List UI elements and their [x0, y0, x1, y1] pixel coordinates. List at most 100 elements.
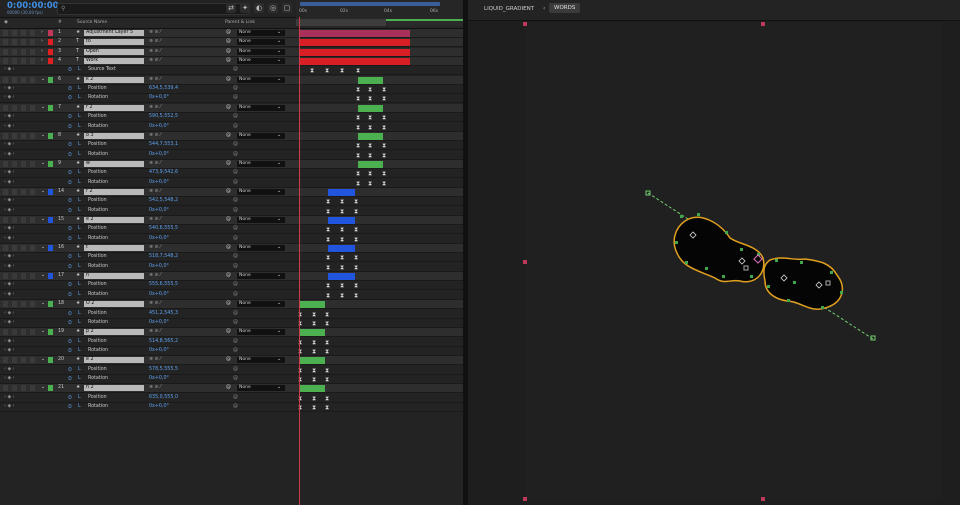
label-color[interactable] [48, 357, 53, 364]
keyframe-nav-icon[interactable]: ‹ ◆ › [4, 114, 15, 119]
pickwhip-icon[interactable]: @ [233, 114, 238, 119]
layer-switches[interactable]: ⊕ ⊘ ⁄ [149, 77, 161, 82]
stopwatch-icon[interactable]: ⏱ [68, 198, 72, 204]
label-color[interactable] [48, 132, 53, 139]
pickwhip-icon[interactable]: @ [233, 124, 238, 129]
comp-flowchart-icon[interactable]: ⇄ [226, 3, 236, 13]
property-value[interactable]: 0x+0,0° [149, 95, 169, 100]
lock-icon[interactable] [30, 217, 35, 223]
stopwatch-icon[interactable]: ⏱ [68, 114, 72, 120]
layer-name[interactable]: Adjustment Layer 5 [84, 30, 144, 36]
layer-switches[interactable]: ⊕ ⊘ ⁄ [149, 189, 161, 194]
keyframe-nav-icon[interactable]: ‹ ◆ › [4, 395, 15, 400]
keyframe-marker[interactable]: ⧗ [354, 292, 358, 300]
keyframe-marker[interactable]: ⧗ [326, 226, 330, 234]
property-value[interactable]: 555,6,555,5 [149, 282, 178, 287]
property-value[interactable]: 514,8,565,2 [149, 339, 178, 344]
eye-icon[interactable] [3, 30, 8, 36]
solo-icon[interactable] [21, 188, 26, 195]
chevron-down-icon[interactable]: ⌄ [41, 357, 45, 362]
col-parent[interactable]: Parent & Link [225, 20, 255, 25]
motion-blur-icon[interactable]: ◎ [268, 3, 278, 13]
keyframe-marker[interactable]: ⧗ [312, 404, 316, 412]
pickwhip-icon[interactable]: @ [226, 58, 231, 63]
label-color[interactable] [48, 39, 53, 46]
keyframe-marker[interactable]: ⧗ [325, 67, 329, 75]
property-value[interactable]: 0x+0,0° [149, 376, 169, 381]
layer-row[interactable]: ⌄ 17 ★ n ⊕ ⊘ ⁄ @ None ⌄ [0, 272, 463, 282]
keyframe-marker[interactable]: ⧗ [312, 395, 316, 403]
pickwhip-icon[interactable]: @ [226, 357, 231, 362]
keyframe-marker[interactable]: ⧗ [368, 95, 372, 103]
property-row[interactable]: ‹ ◆ › ⏱ Ⅼ Rotation 0x+0,0° @ ⧗ ⧗ ⧗ [0, 206, 463, 216]
stopwatch-icon[interactable]: ⏱ [68, 95, 72, 101]
keyframe-marker[interactable]: ⧗ [368, 152, 372, 160]
pickwhip-icon[interactable]: @ [233, 208, 238, 213]
work-area-end[interactable] [386, 19, 463, 26]
layer-row[interactable]: ⌄ 20 ★ e 2 ⊕ ⊘ ⁄ @ None ⌄ [0, 356, 463, 366]
keyframe-marker[interactable]: ⧗ [340, 208, 344, 216]
layer-duration-bar[interactable] [358, 76, 383, 84]
keyframe-marker[interactable]: ⧗ [368, 86, 372, 94]
keyframe-nav-icon[interactable]: ‹ ◆ › [4, 226, 15, 231]
keyframe-nav-icon[interactable]: ‹ ◆ › [4, 152, 15, 157]
label-color[interactable] [48, 58, 53, 65]
keyframe-marker[interactable]: ⧗ [325, 367, 329, 375]
audio-icon[interactable] [12, 273, 17, 280]
property-row[interactable]: ‹ ◆ › ⏱ Ⅼ Position 473,9,542,6 @ ⧗ ⧗ ⧗ [0, 169, 463, 179]
property-value[interactable]: 0x+0,0° [149, 348, 169, 353]
work-area-range[interactable] [296, 19, 386, 26]
keyframe-marker[interactable]: ⧗ [368, 114, 372, 122]
layer-row[interactable]: ⌄ 14 ★ r 2 ⊕ ⊘ ⁄ @ None ⌄ [0, 187, 463, 197]
keyframe-nav-icon[interactable]: ‹ ◆ › [4, 320, 15, 325]
property-value[interactable]: 0x+0,0° [149, 292, 169, 297]
layer-name[interactable]: n [84, 273, 144, 280]
keyframe-marker[interactable]: ⧗ [354, 264, 358, 272]
keyframe-nav-icon[interactable]: ‹ ◆ › [4, 292, 15, 297]
keyframe-nav-icon[interactable]: ‹ ◆ › [4, 124, 15, 129]
pickwhip-icon[interactable]: @ [233, 292, 238, 297]
eye-icon[interactable] [3, 132, 8, 139]
property-row[interactable]: ‹ ◆ › ⏱ Ⅼ Position 542,5,548,2 @ ⧗ ⧗ ⧗ [0, 197, 463, 207]
layer-duration-bar[interactable] [300, 39, 410, 47]
pickwhip-icon[interactable]: @ [233, 226, 238, 231]
audio-icon[interactable] [12, 301, 17, 308]
keyframe-nav-icon[interactable]: ‹ ◆ › [4, 254, 15, 259]
lock-icon[interactable] [30, 329, 35, 336]
layer-row[interactable]: › 1 ★ Adjustment Layer 5 ⊕ ⊘ ⁄ @ None ⌄ [0, 29, 463, 38]
pickwhip-icon[interactable]: @ [233, 254, 238, 259]
keyframe-marker[interactable]: ⧗ [382, 180, 386, 188]
pickwhip-icon[interactable]: @ [226, 39, 231, 44]
solo-icon[interactable] [21, 48, 26, 55]
stopwatch-icon[interactable]: ⏱ [68, 236, 72, 242]
pickwhip-icon[interactable]: @ [226, 189, 231, 194]
label-color[interactable] [48, 301, 53, 308]
solo-icon[interactable] [21, 58, 26, 65]
layer-name[interactable]: t [84, 245, 144, 252]
property-row[interactable]: ‹ ◆ › ⏱ Ⅼ Source Text @ ⧗ ⧗ ⧗ ⧗ [0, 66, 463, 76]
property-row[interactable]: ‹ ◆ › ⏱ Ⅼ Rotation 0x+0,0° @ ⧗ ⧗ ⧗ [0, 94, 463, 104]
chevron-down-icon[interactable]: ⌄ [41, 161, 45, 166]
keyframe-marker[interactable]: ⧗ [340, 292, 344, 300]
solo-icon[interactable] [21, 385, 26, 392]
tab-liquid-gradient[interactable]: LIQUID_GRADIENT [484, 6, 534, 12]
stopwatch-icon[interactable]: ⏱ [68, 404, 72, 410]
keyframe-marker[interactable]: ⧗ [326, 282, 330, 290]
property-value[interactable]: 590,5,552,5 [149, 114, 178, 119]
pickwhip-icon[interactable]: @ [233, 320, 238, 325]
layer-duration-bar[interactable] [358, 104, 383, 112]
lock-icon[interactable] [30, 273, 35, 280]
layer-duration-bar[interactable] [300, 357, 325, 365]
keyframe-marker[interactable]: ⧗ [340, 254, 344, 262]
chevron-down-icon[interactable]: ⌄ [41, 273, 45, 278]
audio-icon[interactable] [12, 30, 17, 36]
graph-editor-icon[interactable]: ▢ [282, 3, 292, 13]
stopwatch-icon[interactable]: ⏱ [68, 376, 72, 382]
property-row[interactable]: ‹ ◆ › ⏱ Ⅼ Rotation 0x+0,0° @ ⧗ ⧗ ⧗ [0, 290, 463, 300]
lock-icon[interactable] [30, 132, 35, 139]
layer-switches[interactable]: ⊕ ⊘ ⁄ [149, 385, 161, 390]
property-value[interactable]: 518,7,548,2 [149, 254, 178, 259]
keyframe-marker[interactable]: ⧗ [382, 114, 386, 122]
keyframe-marker[interactable]: ⧗ [340, 198, 344, 206]
keyframe-nav-icon[interactable]: ‹ ◆ › [4, 170, 15, 175]
